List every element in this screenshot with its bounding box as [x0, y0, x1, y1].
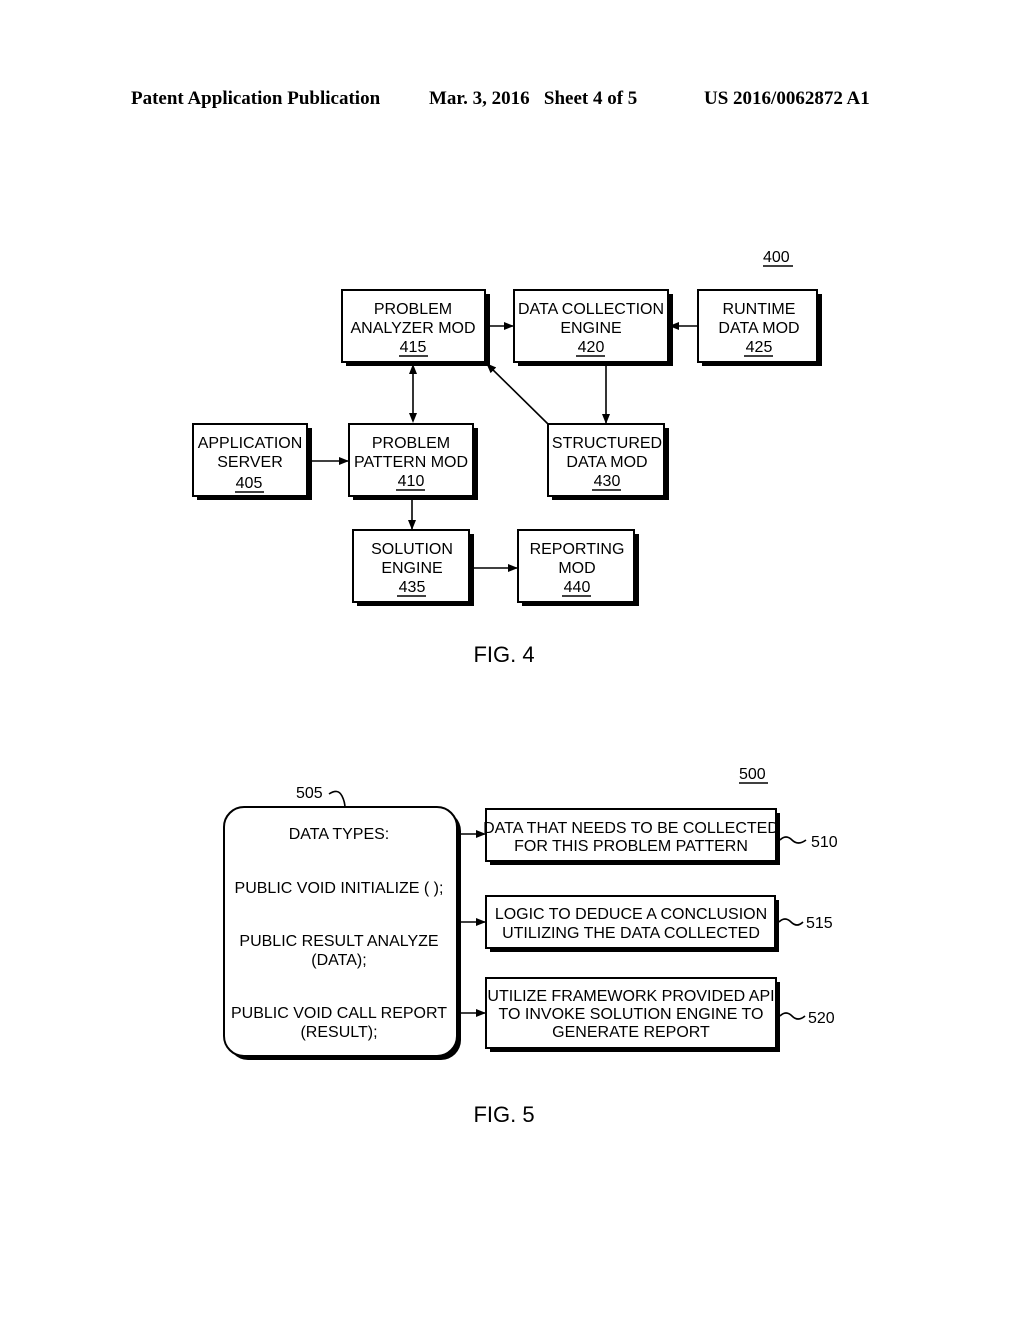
- box-logic-515: LOGIC TO DEDUCE A CONCLUSION UTILIZING T…: [485, 895, 779, 952]
- svg-text:APPLICATION: APPLICATION: [198, 435, 303, 452]
- box-data-types-505: DATA TYPES: PUBLIC VOID INITIALIZE ( ); …: [223, 806, 461, 1060]
- svg-text:GENERATE REPORT: GENERATE REPORT: [552, 1024, 710, 1041]
- box-problem-pattern-mod: PROBLEM PATTERN MOD 410: [348, 423, 478, 500]
- svg-text:DATA MOD: DATA MOD: [566, 454, 647, 471]
- svg-text:UTILIZING THE DATA COLLECTED: UTILIZING THE DATA COLLECTED: [502, 925, 760, 942]
- fig4-caption: FIG. 4: [473, 642, 534, 667]
- svg-text:DATA TYPES:: DATA TYPES:: [289, 826, 389, 843]
- svg-text:STRUCTURED: STRUCTURED: [552, 435, 662, 452]
- fig5-caption: FIG. 5: [473, 1102, 534, 1127]
- svg-text:PATTERN MOD: PATTERN MOD: [354, 454, 468, 471]
- box-solution-engine: SOLUTION ENGINE 435: [352, 529, 474, 606]
- svg-text:PUBLIC VOID CALL REPORT: PUBLIC VOID CALL REPORT: [231, 1005, 447, 1022]
- left-box-505-label: 505: [296, 785, 346, 809]
- figures-canvas: 400 PROBLEM ANALYZER MOD 415 DATA COLLEC…: [192, 249, 838, 1127]
- svg-text:MOD: MOD: [558, 560, 595, 577]
- svg-text:ENGINE: ENGINE: [560, 320, 621, 337]
- svg-text:425: 425: [746, 339, 773, 356]
- svg-text:415: 415: [400, 339, 427, 356]
- box-application-server: APPLICATION SERVER 405: [192, 423, 312, 500]
- svg-text:DATA COLLECTION: DATA COLLECTION: [518, 301, 664, 318]
- svg-text:RUNTIME: RUNTIME: [723, 301, 796, 318]
- svg-text:430: 430: [594, 473, 621, 490]
- svg-text:420: 420: [578, 339, 605, 356]
- svg-text:SERVER: SERVER: [217, 454, 283, 471]
- svg-text:UTILIZE FRAMEWORK PROVIDED API: UTILIZE FRAMEWORK PROVIDED API: [487, 988, 774, 1005]
- svg-text:FOR THIS PROBLEM PATTERN: FOR THIS PROBLEM PATTERN: [514, 838, 748, 855]
- svg-text:ENGINE: ENGINE: [381, 560, 442, 577]
- svg-text:ANALYZER MOD: ANALYZER MOD: [350, 320, 475, 337]
- svg-text:(RESULT);: (RESULT);: [300, 1024, 377, 1041]
- ref-515: 515: [778, 915, 833, 932]
- ref-520: 520: [779, 1010, 835, 1027]
- svg-text:PROBLEM: PROBLEM: [372, 435, 450, 452]
- svg-text:LOGIC TO DEDUCE A CONCLUSION: LOGIC TO DEDUCE A CONCLUSION: [495, 906, 767, 923]
- svg-text:DATA THAT NEEDS TO BE COLLECTE: DATA THAT NEEDS TO BE COLLECTED: [483, 820, 779, 837]
- svg-text:REPORTING: REPORTING: [530, 541, 625, 558]
- svg-text:440: 440: [564, 579, 591, 596]
- svg-text:505: 505: [296, 785, 323, 802]
- svg-text:515: 515: [806, 915, 833, 932]
- svg-text:PUBLIC RESULT ANALYZE: PUBLIC RESULT ANALYZE: [239, 933, 438, 950]
- arrow-415-410-bidirectional: [409, 364, 417, 423]
- svg-text:510: 510: [811, 834, 838, 851]
- fig5-ref-label: 500: [739, 766, 768, 784]
- svg-text:400: 400: [763, 249, 790, 266]
- box-data-to-collect-510: DATA THAT NEEDS TO BE COLLECTED FOR THIS…: [483, 808, 780, 865]
- arrow-430-to-415: [486, 363, 549, 425]
- svg-text:405: 405: [236, 475, 263, 492]
- svg-text:500: 500: [739, 766, 766, 783]
- box-framework-api-520: UTILIZE FRAMEWORK PROVIDED API TO INVOKE…: [485, 977, 780, 1052]
- svg-text:520: 520: [808, 1010, 835, 1027]
- svg-text:DATA MOD: DATA MOD: [718, 320, 799, 337]
- svg-text:(DATA);: (DATA);: [311, 952, 366, 969]
- svg-text:435: 435: [399, 579, 426, 596]
- box-problem-analyzer-mod: PROBLEM ANALYZER MOD 415: [341, 289, 490, 366]
- svg-text:TO INVOKE SOLUTION ENGINE TO: TO INVOKE SOLUTION ENGINE TO: [499, 1006, 764, 1023]
- svg-text:PUBLIC VOID INITIALIZE ( );: PUBLIC VOID INITIALIZE ( );: [235, 880, 444, 897]
- ref-510: 510: [779, 834, 838, 851]
- box-structured-data-mod: STRUCTURED DATA MOD 430: [547, 423, 669, 500]
- svg-text:SOLUTION: SOLUTION: [371, 541, 453, 558]
- svg-text:PROBLEM: PROBLEM: [374, 301, 452, 318]
- box-runtime-data-mod: RUNTIME DATA MOD 425: [697, 289, 822, 366]
- svg-text:410: 410: [398, 473, 425, 490]
- box-reporting-mod: REPORTING MOD 440: [517, 529, 639, 606]
- box-data-collection-engine: DATA COLLECTION ENGINE 420: [513, 289, 673, 366]
- fig4-ref-label: 400: [763, 249, 793, 267]
